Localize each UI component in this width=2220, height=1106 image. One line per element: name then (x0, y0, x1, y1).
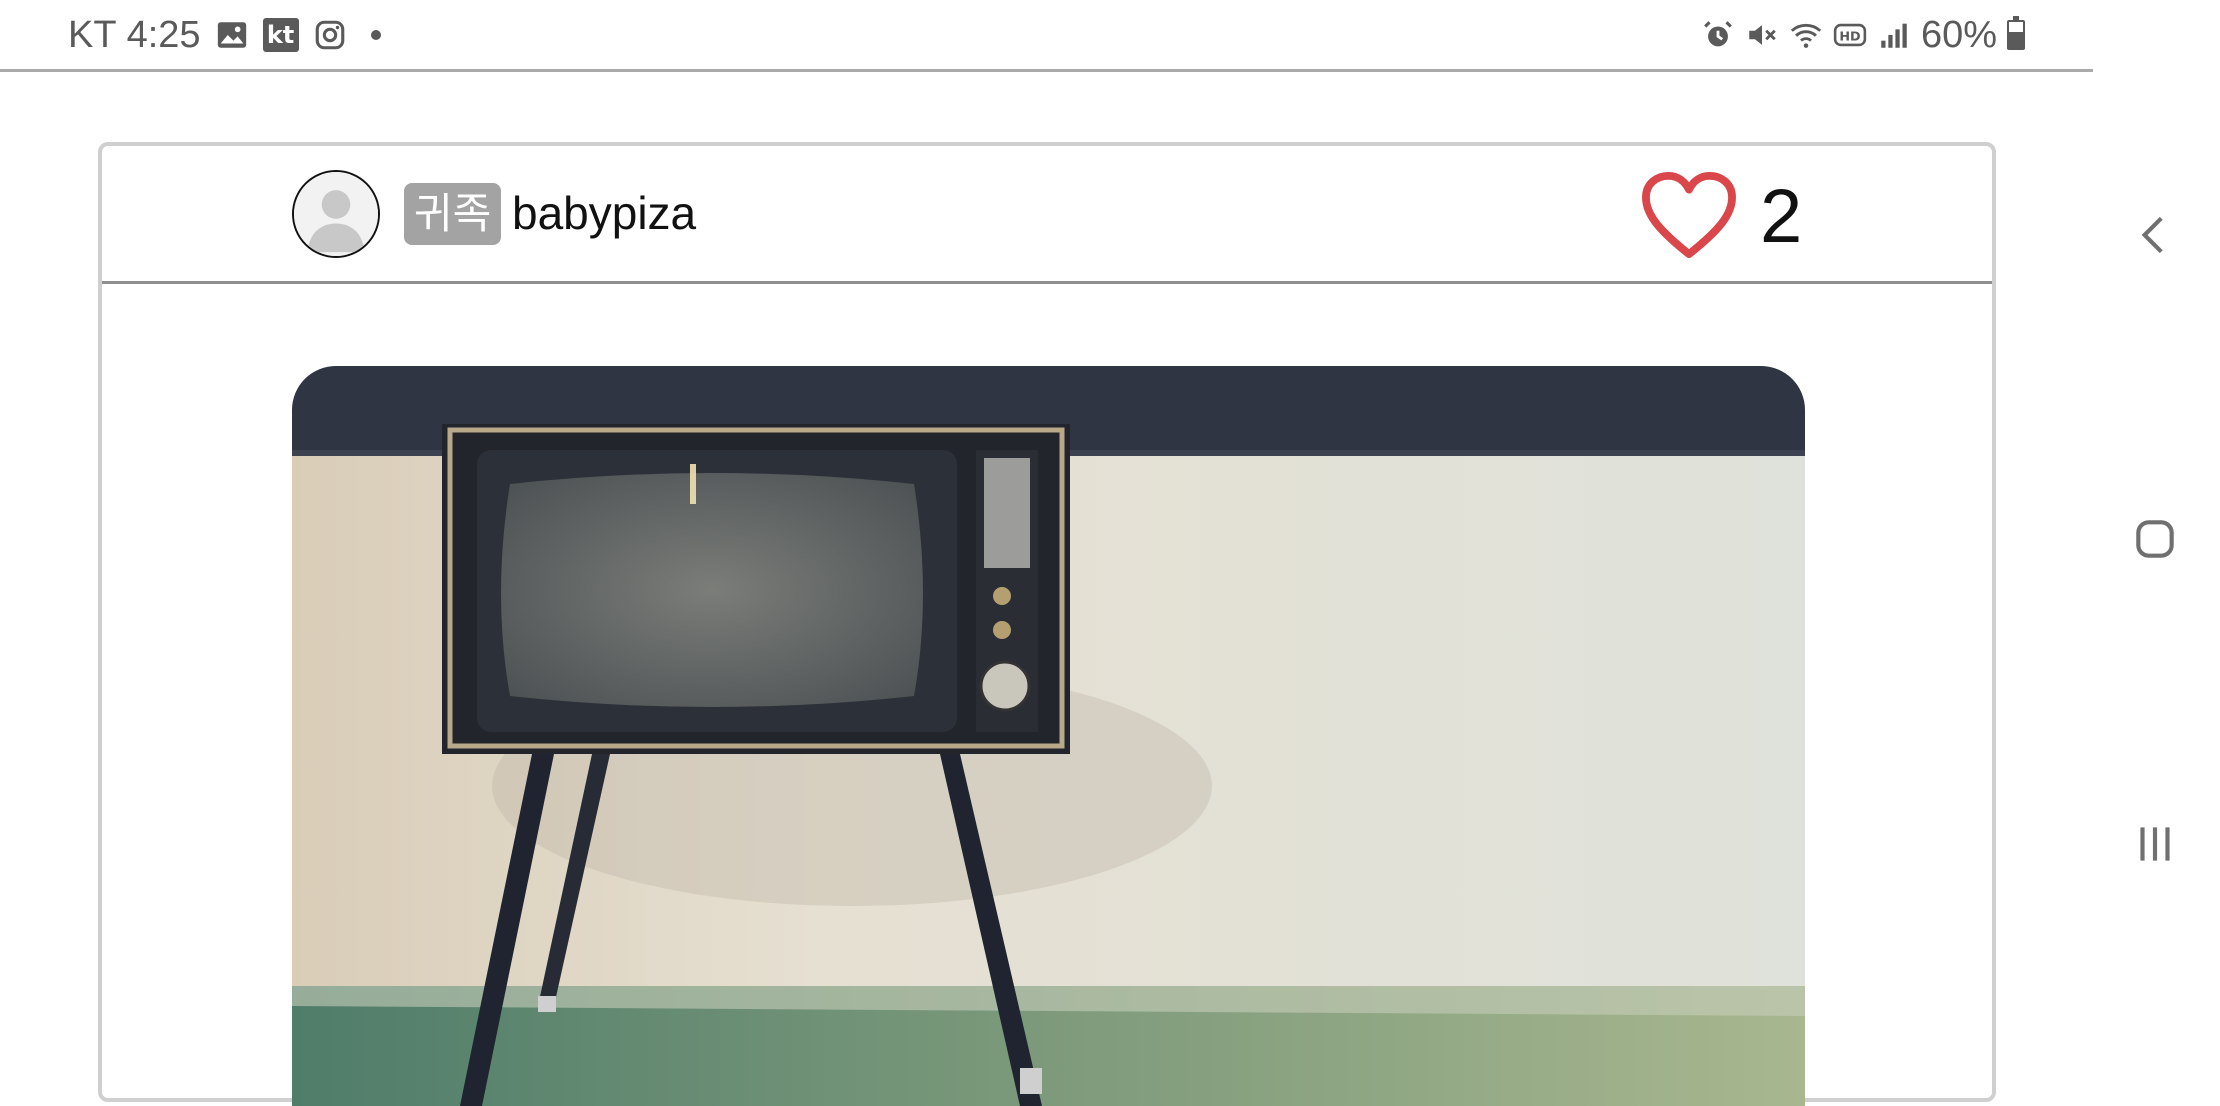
recents-button[interactable] (2120, 809, 2190, 879)
wifi-icon (1789, 18, 1823, 52)
vintage-tv-image (292, 366, 1805, 1106)
battery-icon (2007, 16, 2025, 50)
avatar[interactable] (292, 170, 380, 258)
kt-app-icon: kt (262, 18, 299, 52)
default-avatar-icon (294, 172, 378, 256)
home-icon (2136, 520, 2174, 558)
status-bar-left: KT 4:25 kt (68, 10, 381, 60)
back-button[interactable] (2120, 200, 2190, 270)
heart-icon[interactable] (1640, 170, 1738, 260)
navigation-bar (2100, 72, 2220, 1080)
rank-badge: 귀족 (404, 183, 502, 245)
gallery-icon (215, 18, 249, 52)
clock: 4:25 (126, 13, 201, 56)
instagram-icon (313, 18, 347, 52)
status-bar: KT 4:25 kt HD 60% (0, 0, 2093, 72)
notification-dot (370, 30, 381, 40)
status-bar-right: HD 60% (1701, 10, 2025, 60)
carrier-label: KT (68, 13, 117, 56)
post-card: 귀족 babypiza 2 (98, 142, 1996, 1106)
post-image[interactable] (292, 366, 1805, 1106)
username[interactable]: babypiza (512, 182, 696, 244)
alarm-icon (1701, 18, 1735, 52)
home-button[interactable] (2120, 504, 2190, 574)
hd-icon: HD (1833, 18, 1867, 52)
back-icon (2141, 216, 2163, 254)
recents-icon (2140, 827, 2170, 861)
battery-percent: 60% (1920, 13, 1997, 56)
mute-icon (1745, 18, 1779, 52)
svg-text:HD: HD (1839, 30, 1860, 45)
signal-icon (1877, 18, 1911, 52)
post-header: 귀족 babypiza 2 (102, 146, 1992, 284)
like-count: 2 (1760, 174, 1803, 259)
